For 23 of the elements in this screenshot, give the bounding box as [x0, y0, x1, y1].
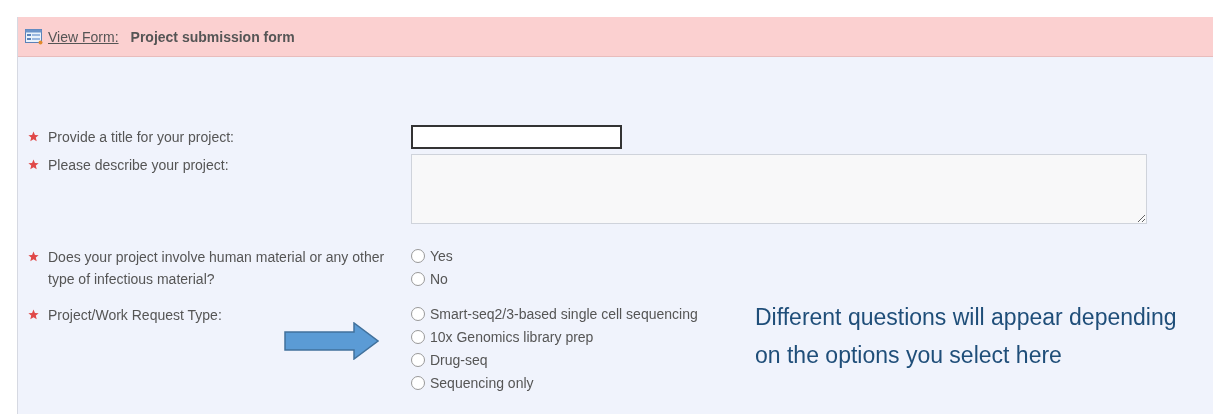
option-label[interactable]: Smart-seq2/3-based single cell sequencing: [430, 305, 698, 322]
view-form-link[interactable]: View Form:: [48, 28, 119, 45]
question-label: Does your project involve human material or any other type of infectious material?: [48, 248, 386, 289]
radio-button[interactable]: [411, 375, 425, 390]
radio-button[interactable]: [411, 248, 425, 263]
form-icon: [25, 28, 43, 45]
radio-button[interactable]: [411, 329, 425, 344]
question-label: Please describe your project:: [48, 156, 230, 175]
arrow-icon: [284, 322, 379, 360]
option-label[interactable]: Drug-seq: [430, 351, 488, 368]
question-label: Project/Work Request Type:: [48, 306, 223, 325]
radio-button[interactable]: [411, 306, 425, 321]
input-field[interactable]: [411, 124, 622, 149]
radio-button[interactable]: [411, 271, 425, 286]
form-title: Project submission form: [130, 28, 295, 45]
option-label[interactable]: No: [430, 270, 448, 287]
option-label[interactable]: Yes: [430, 247, 453, 264]
option-label[interactable]: 10x Genomics library prep: [430, 328, 594, 345]
option-label[interactable]: Sequencing only: [430, 374, 534, 391]
text-area[interactable]: [411, 154, 1147, 224]
annotation-text: Different questions will appear depending on the options you select here: [755, 303, 1178, 370]
radio-button[interactable]: [411, 352, 425, 367]
question-label: Provide a title for your project:: [48, 127, 235, 147]
